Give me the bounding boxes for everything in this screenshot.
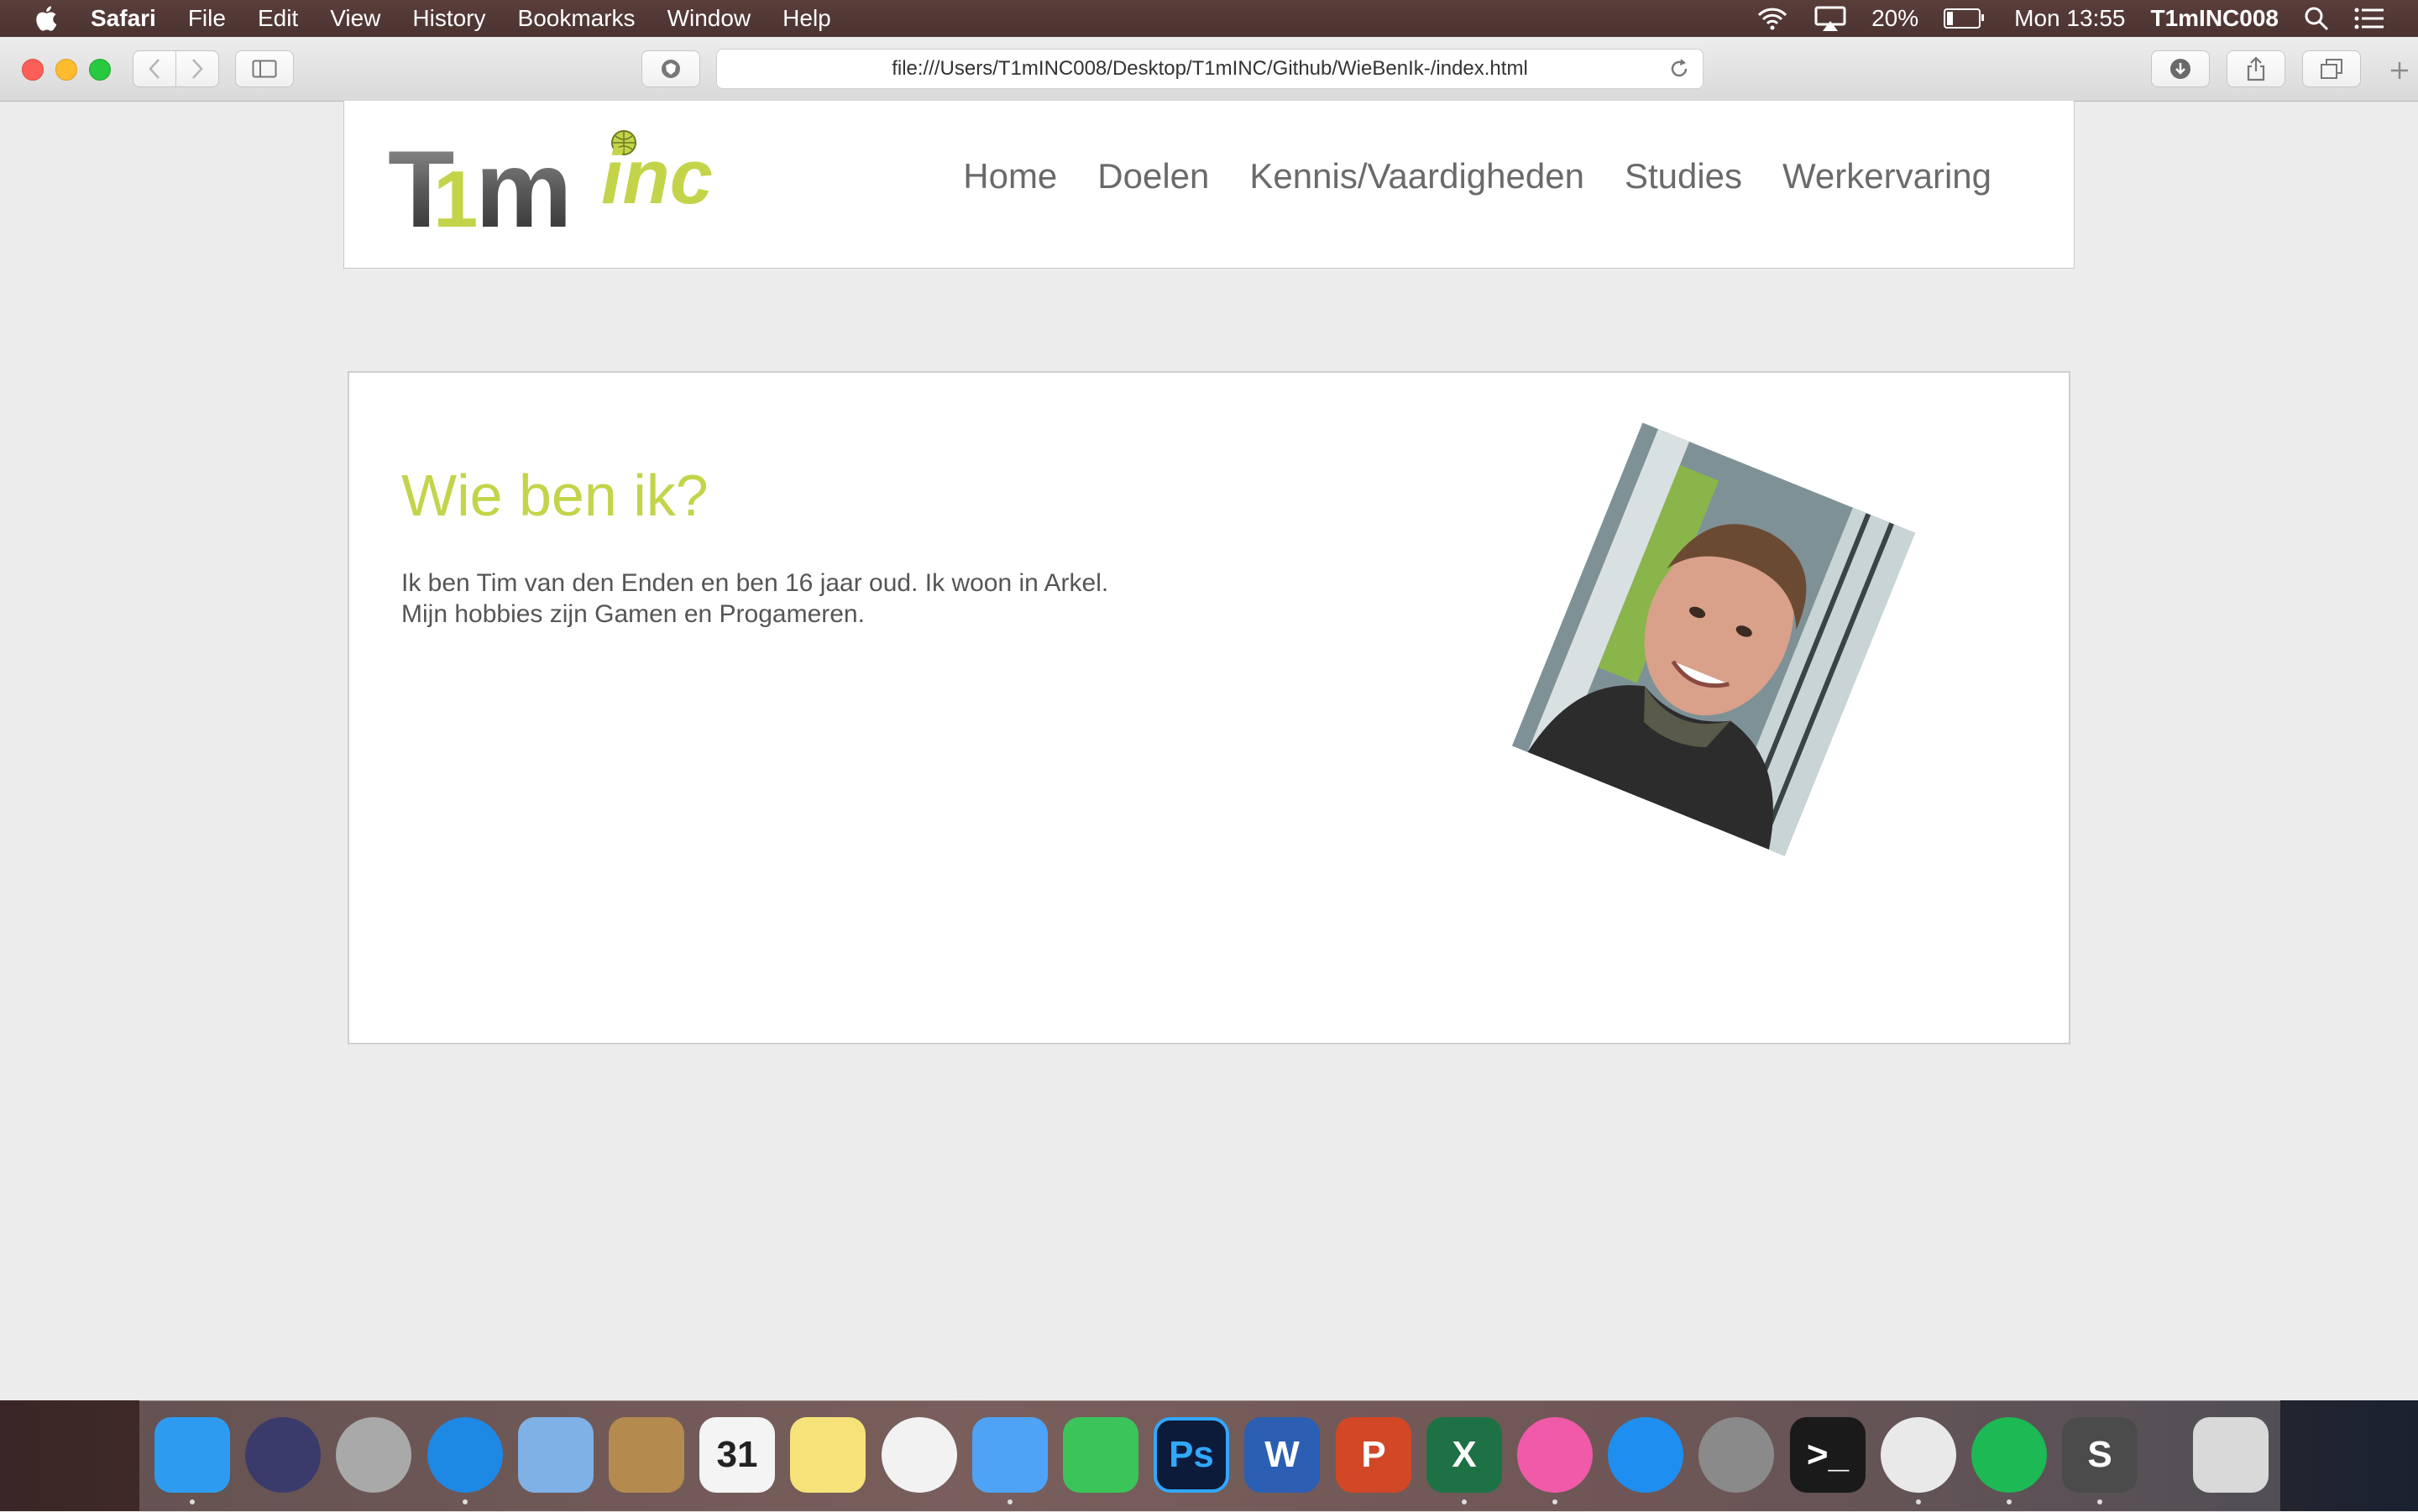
spotlight-icon[interactable] — [2304, 6, 2329, 31]
tabs-overview-button[interactable] — [2302, 50, 2361, 87]
powerpoint-icon[interactable]: P — [1336, 1417, 1411, 1493]
powerpoint-label: P — [1361, 1434, 1386, 1475]
messages-icon[interactable] — [972, 1417, 1048, 1493]
plus-icon — [2391, 62, 2408, 79]
launchpad-icon[interactable] — [336, 1417, 411, 1493]
menu-bookmarks[interactable]: Bookmarks — [518, 5, 636, 32]
apple-icon[interactable] — [32, 4, 59, 33]
menu-help[interactable]: Help — [782, 5, 831, 32]
sidebar-toggle-button[interactable] — [235, 50, 294, 87]
contacts-icon[interactable] — [609, 1417, 684, 1493]
calendar-label: 31 — [716, 1434, 758, 1475]
running-indicator — [2007, 1499, 2012, 1504]
running-indicator — [1916, 1499, 1921, 1504]
reload-icon[interactable] — [1667, 57, 1691, 81]
menu-window[interactable]: Window — [667, 5, 751, 32]
running-indicator — [1008, 1499, 1013, 1504]
menu-history[interactable]: History — [412, 5, 485, 32]
running-indicator — [1552, 1499, 1557, 1504]
photoshop-label: Ps — [1169, 1434, 1214, 1475]
share-icon — [2247, 56, 2265, 81]
sidebar-icon — [252, 60, 277, 78]
menu-file[interactable]: File — [188, 5, 226, 32]
battery-level — [1947, 12, 1953, 25]
wifi-icon[interactable] — [1756, 6, 1789, 31]
logo-inc: inc — [601, 134, 713, 220]
safari-icon[interactable] — [427, 1417, 503, 1493]
user-name[interactable]: T1mINC008 — [2150, 5, 2279, 32]
photos-icon[interactable] — [882, 1417, 957, 1493]
downloads-button[interactable] — [2151, 50, 2210, 87]
privacy-button[interactable] — [641, 50, 700, 87]
bio-line-2: Mijn hobbies zijn Gamen en Progameren. — [401, 600, 865, 628]
share-button[interactable] — [2227, 50, 2285, 87]
chevron-right-icon — [192, 59, 203, 79]
nav-studies[interactable]: Studies — [1625, 156, 1742, 196]
close-window-button[interactable] — [22, 59, 44, 81]
battery-percent: 20% — [1871, 5, 1919, 31]
browser-toolbar: file:///Users/T1mINC008/Desktop/T1mINC/G… — [0, 37, 2418, 102]
shield-icon — [662, 60, 680, 78]
new-tab-button[interactable] — [2381, 52, 2418, 89]
minimize-window-button[interactable] — [55, 59, 77, 81]
system-preferences-icon[interactable] — [1698, 1417, 1774, 1493]
url-text: file:///Users/T1mINC008/Desktop/T1mINC/G… — [892, 57, 1528, 80]
word-label: W — [1264, 1434, 1300, 1475]
tabs-icon — [2321, 59, 2342, 79]
back-button[interactable] — [133, 50, 176, 87]
excel-label: X — [1452, 1434, 1477, 1475]
notes-icon[interactable] — [790, 1417, 866, 1493]
siri-icon[interactable] — [245, 1417, 321, 1493]
finder-icon[interactable] — [154, 1417, 230, 1493]
word-icon[interactable]: W — [1244, 1417, 1320, 1493]
address-bar[interactable]: file:///Users/T1mINC008/Desktop/T1mINC/G… — [716, 49, 1704, 89]
itunes-icon[interactable] — [1517, 1417, 1593, 1493]
notification-center-icon[interactable] — [2354, 7, 2384, 30]
menu-edit[interactable]: Edit — [258, 5, 298, 32]
menu-view[interactable]: View — [330, 5, 380, 32]
profile-photo — [1512, 422, 1915, 856]
trash-icon[interactable] — [2193, 1417, 2269, 1493]
mail-icon[interactable] — [518, 1417, 594, 1493]
spotify-icon[interactable] — [1971, 1417, 2047, 1493]
main-nav: Home Doelen Kennis/Vaardigheden Studies … — [963, 156, 1991, 196]
about-section: Wie ben ik? Ik ben Tim van den Enden en … — [348, 371, 2070, 1044]
terminal-label: >_ — [1806, 1434, 1850, 1475]
app-name[interactable]: Safari — [91, 5, 156, 32]
running-indicator — [190, 1499, 195, 1504]
nav-kennis-vaardigheden[interactable]: Kennis/Vaardigheden — [1249, 156, 1584, 196]
page-heading: Wie ben ik? — [401, 463, 709, 528]
forward-button[interactable] — [175, 50, 219, 87]
clock[interactable]: Mon 13:55 — [2014, 5, 2125, 32]
sublime-text-icon[interactable]: S — [2062, 1417, 2138, 1493]
nav-werkervaring[interactable]: Werkervaring — [1782, 156, 1991, 196]
menu-bar: Safari File Edit View History Bookmarks … — [0, 0, 2418, 37]
airplay-icon[interactable] — [1814, 6, 1846, 31]
calendar-icon[interactable]: 31 — [699, 1417, 775, 1493]
logo-digit-one: 1 — [433, 154, 478, 243]
logo-letter-m: m — [475, 128, 573, 243]
site-header: T 1 m inc Home Doelen Kennis/Vaardighede… — [343, 101, 2075, 269]
excel-icon[interactable]: X — [1426, 1417, 1502, 1493]
chrome-icon[interactable] — [1881, 1417, 1956, 1493]
facetime-icon[interactable] — [1063, 1417, 1138, 1493]
terminal-icon[interactable]: >_ — [1790, 1417, 1866, 1493]
sublime-text-label: S — [2087, 1434, 2112, 1475]
running-indicator — [2097, 1499, 2102, 1504]
zoom-window-button[interactable] — [89, 59, 111, 81]
nav-home[interactable]: Home — [963, 156, 1057, 196]
bio-line-1: Ik ben Tim van den Enden en ben 16 jaar … — [401, 569, 1109, 597]
bio-text: Ik ben Tim van den Enden en ben 16 jaar … — [401, 568, 1241, 630]
photoshop-icon[interactable]: Ps — [1154, 1417, 1229, 1493]
chevron-left-icon — [149, 59, 160, 79]
battery-icon[interactable] — [1944, 8, 1985, 29]
download-icon — [2170, 59, 2190, 79]
site-logo[interactable]: T 1 m inc — [385, 118, 737, 243]
nav-doelen[interactable]: Doelen — [1097, 156, 1209, 196]
running-indicator — [463, 1499, 468, 1504]
running-indicator — [1462, 1499, 1467, 1504]
app-store-icon[interactable] — [1608, 1417, 1683, 1493]
